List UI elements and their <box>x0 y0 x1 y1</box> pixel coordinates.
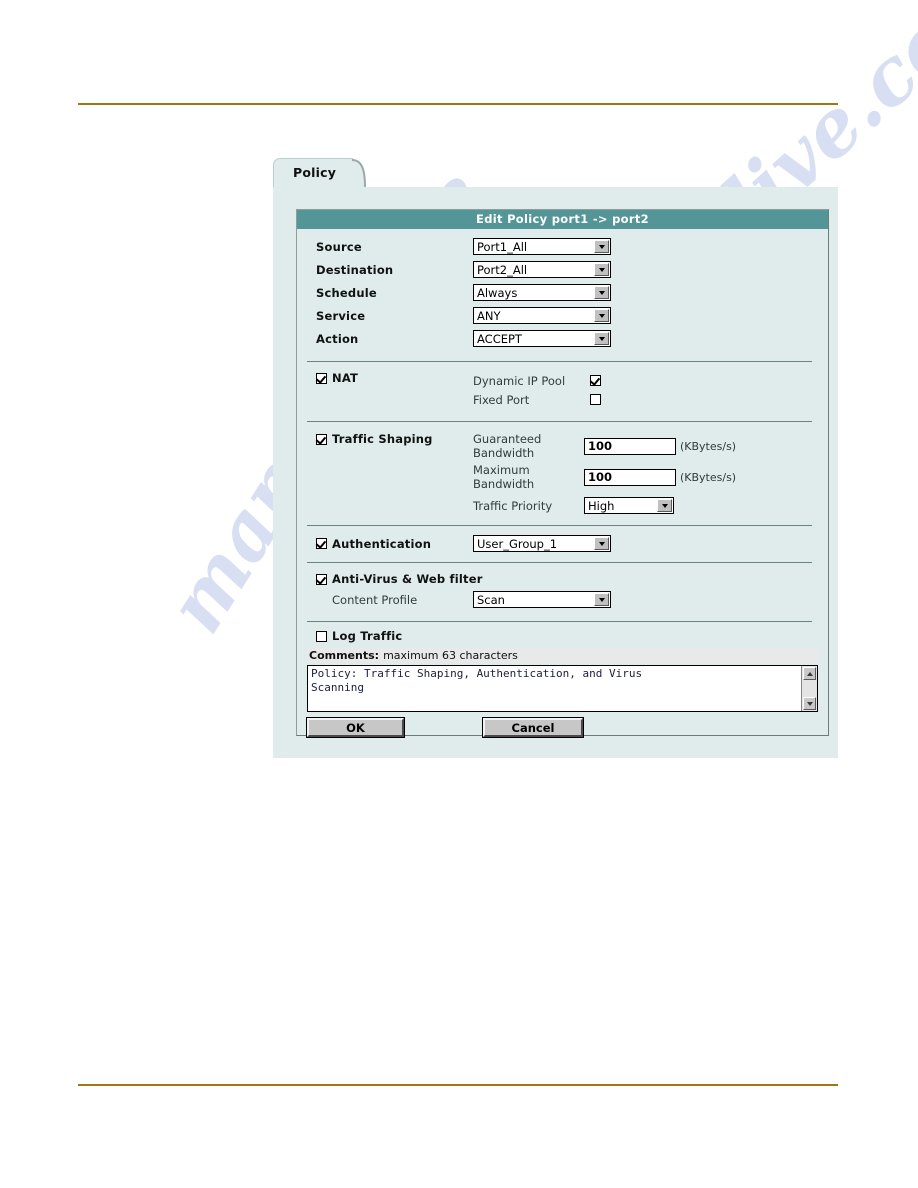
checkbox-nat[interactable]: NAT <box>316 371 473 385</box>
policy-screenshot: Policy Edit Policy port1 -> port2 Source… <box>273 156 838 758</box>
page-top-rule <box>78 103 838 105</box>
chevron-down-icon[interactable] <box>657 499 672 512</box>
select-destination[interactable]: Port2_All <box>473 261 611 278</box>
checkbox-traffic-shaping-box[interactable] <box>316 433 327 445</box>
select-destination-value: Port2_All <box>477 262 528 277</box>
section-traffic-shaping: Traffic Shaping Guaranteed Bandwidth 100 <box>297 422 828 514</box>
checkbox-nat-box[interactable] <box>316 372 327 384</box>
unit-maximum-bandwidth: (KBytes/s) <box>680 470 737 484</box>
chevron-down-icon[interactable] <box>594 240 609 253</box>
comments-hint: maximum 63 characters <box>383 649 518 662</box>
label-maximum-bandwidth-line1: Maximum <box>473 463 530 477</box>
ok-button[interactable]: OK <box>306 717 405 738</box>
dialog-button-row: OK Cancel <box>306 717 818 738</box>
chevron-down-icon[interactable] <box>594 537 609 550</box>
chevron-down-icon[interactable] <box>594 263 609 276</box>
chevron-down-icon[interactable] <box>594 286 609 299</box>
input-maximum-bandwidth[interactable]: 100 <box>584 468 676 486</box>
dialog-body: Source Port1_All Destination Port2_All S… <box>297 229 828 738</box>
label-guaranteed-bandwidth-line1: Guaranteed <box>473 432 542 446</box>
checkbox-authentication-label: Authentication <box>332 536 432 551</box>
select-action-value: ACCEPT <box>477 331 522 346</box>
checkbox-nat-label: NAT <box>332 371 359 385</box>
chevron-down-icon[interactable] <box>594 593 609 606</box>
field-row-service: Service ANY <box>297 304 828 327</box>
checkbox-traffic-shaping[interactable]: Traffic Shaping <box>316 432 473 446</box>
section-nat: NAT Dynamic IP Pool Fixed Port <box>297 362 828 409</box>
section-log-traffic: Log Traffic <box>297 622 828 643</box>
label-service: Service <box>316 308 366 323</box>
policy-panel: Edit Policy port1 -> port2 Source Port1_… <box>273 187 838 758</box>
page-bottom-rule <box>78 1084 838 1086</box>
label-schedule: Schedule <box>316 285 377 300</box>
chevron-down-icon[interactable] <box>594 309 609 322</box>
select-service[interactable]: ANY <box>473 307 611 324</box>
checkbox-dynamic-ip-pool[interactable] <box>590 375 601 386</box>
field-row-destination: Destination Port2_All <box>297 258 828 281</box>
comments-scrollbar[interactable] <box>801 666 817 711</box>
tab-strip: Policy <box>273 156 838 187</box>
checkbox-antivirus-label: Anti-Virus & Web filter <box>332 572 483 586</box>
label-dynamic-ip-pool: Dynamic IP Pool <box>473 373 566 388</box>
field-row-source: Source Port1_All <box>297 235 828 258</box>
select-traffic-priority-value: High <box>588 498 615 513</box>
label-fixed-port: Fixed Port <box>473 392 530 407</box>
checkbox-authentication-box[interactable] <box>316 538 327 549</box>
label-maximum-bandwidth-line2: Bandwidth <box>473 477 535 491</box>
checkbox-fixed-port[interactable] <box>590 394 601 405</box>
chevron-down-icon[interactable] <box>594 332 609 345</box>
select-user-group[interactable]: User_Group_1 <box>473 535 611 552</box>
tab-corner-curve <box>352 158 376 187</box>
tab-policy[interactable]: Policy <box>273 158 353 187</box>
field-row-action: Action ACCEPT <box>297 327 828 350</box>
tab-policy-label: Policy <box>293 165 337 180</box>
comments-label: Comments: <box>309 649 380 662</box>
edit-policy-dialog: Edit Policy port1 -> port2 Source Port1_… <box>296 209 829 738</box>
comments-textarea[interactable]: Policy: Traffic Shaping, Authentication,… <box>307 665 818 712</box>
checkbox-log-traffic-box[interactable] <box>316 630 327 642</box>
select-schedule[interactable]: Always <box>473 284 611 301</box>
checkbox-log-traffic-label: Log Traffic <box>332 629 403 643</box>
select-traffic-priority[interactable]: High <box>584 497 674 514</box>
comments-textarea-value: Policy: Traffic Shaping, Authentication,… <box>311 667 643 694</box>
select-content-profile-value: Scan <box>477 592 505 607</box>
label-traffic-priority: Traffic Priority <box>473 498 553 513</box>
select-source[interactable]: Port1_All <box>473 238 611 255</box>
checkbox-traffic-shaping-label: Traffic Shaping <box>332 432 433 446</box>
select-source-value: Port1_All <box>477 239 528 254</box>
checkbox-antivirus[interactable]: Anti-Virus & Web filter <box>316 572 828 586</box>
select-user-group-value: User_Group_1 <box>477 536 558 551</box>
scroll-up-icon[interactable] <box>803 667 816 680</box>
select-content-profile[interactable]: Scan <box>473 591 611 608</box>
label-source: Source <box>316 239 362 254</box>
cancel-button[interactable]: Cancel <box>482 717 584 738</box>
label-destination: Destination <box>316 262 394 277</box>
label-guaranteed-bandwidth-line2: Bandwidth <box>473 446 535 460</box>
unit-guaranteed-bandwidth: (KBytes/s) <box>680 439 737 453</box>
scroll-down-icon[interactable] <box>803 697 816 710</box>
select-action[interactable]: ACCEPT <box>473 330 611 347</box>
section-antivirus: Anti-Virus & Web filter Content Profile … <box>297 563 828 608</box>
field-row-schedule: Schedule Always <box>297 281 828 304</box>
checkbox-log-traffic[interactable]: Log Traffic <box>316 629 828 643</box>
label-action: Action <box>316 331 359 346</box>
comments-header: Comments: maximum 63 characters <box>307 648 818 663</box>
label-content-profile: Content Profile <box>332 592 418 607</box>
dialog-titlebar: Edit Policy port1 -> port2 <box>297 210 828 229</box>
select-service-value: ANY <box>477 308 501 323</box>
checkbox-antivirus-box[interactable] <box>316 573 327 585</box>
section-authentication: Authentication User_Group_1 <box>297 526 828 552</box>
select-schedule-value: Always <box>477 285 518 300</box>
input-guaranteed-bandwidth[interactable]: 100 <box>584 437 676 455</box>
checkbox-authentication[interactable]: Authentication <box>316 537 473 551</box>
